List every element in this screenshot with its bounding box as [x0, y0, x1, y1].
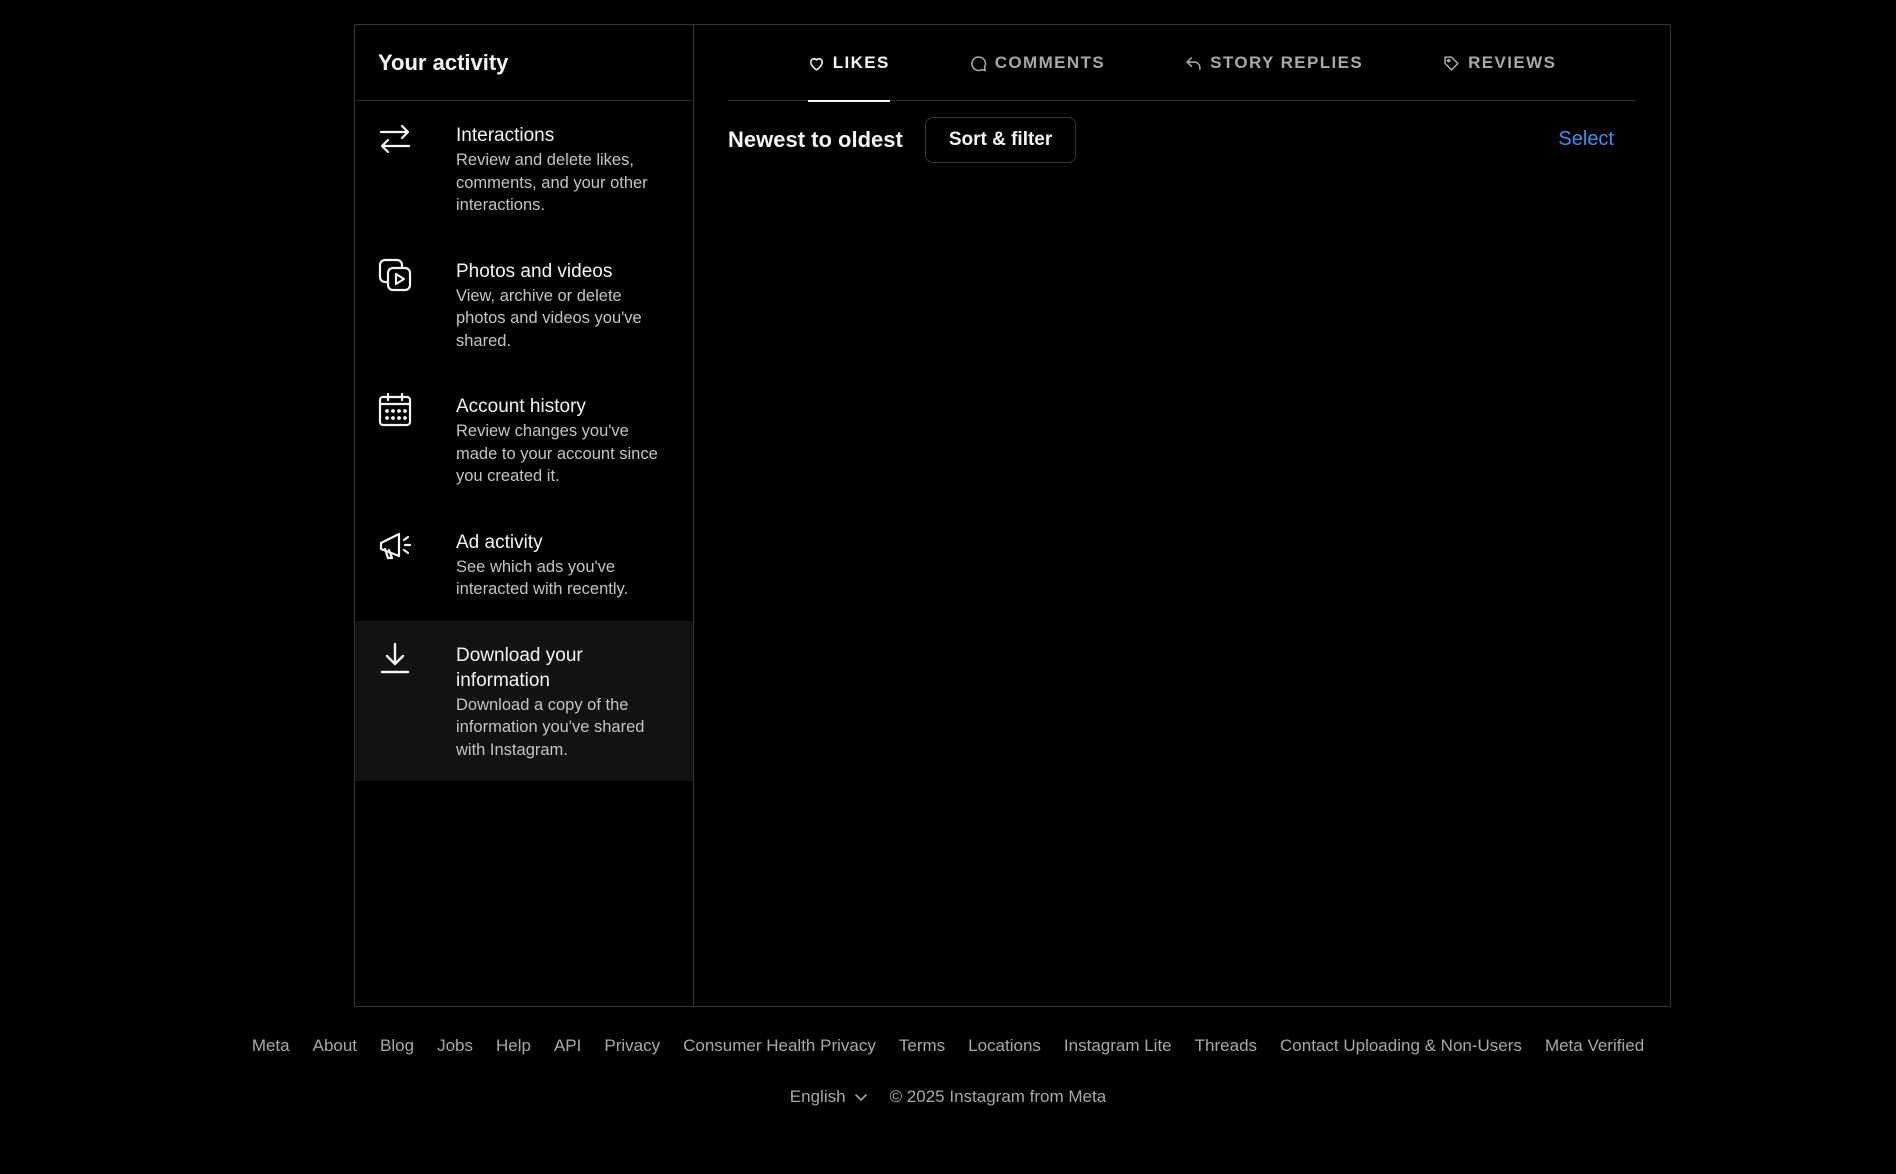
- language-label: English: [789, 1087, 846, 1106]
- sort-filter-button[interactable]: Sort & filter: [924, 116, 1077, 163]
- likes-toolbar: Newest to oldest Sort & filter Select: [728, 101, 1636, 179]
- footer-link[interactable]: About: [313, 1036, 357, 1056]
- select-button[interactable]: Select: [1558, 128, 1614, 151]
- download-icon: [377, 641, 413, 677]
- sidebar: Your activity Interactions Review and de…: [355, 25, 694, 1006]
- megaphone-icon: [377, 528, 413, 564]
- footer-link[interactable]: Terms: [899, 1036, 945, 1056]
- footer-link[interactable]: Threads: [1195, 1036, 1257, 1056]
- sidebar-item-account-history[interactable]: Account history Review changes you've ma…: [355, 372, 693, 508]
- sidebar-item-title: Download your information: [456, 644, 583, 691]
- heart-icon: [808, 55, 825, 72]
- footer-link[interactable]: Consumer Health Privacy: [683, 1036, 876, 1056]
- liked-posts-grid-container: [728, 179, 1636, 1006]
- photos-videos-icon: [377, 257, 413, 293]
- main-content: LIKES COMMENTS STORY REPLIES REVIEWS New…: [694, 25, 1670, 1006]
- tab-label: LIKES: [832, 53, 890, 72]
- tab-reviews[interactable]: REVIEWS: [1443, 25, 1556, 101]
- language-selector[interactable]: English: [790, 1087, 868, 1107]
- sort-order-label: Newest to oldest: [728, 126, 903, 152]
- footer-links: Meta About Blog Jobs Help API Privacy Consumer …: [0, 1036, 1896, 1056]
- sidebar-item-title: Ad activity: [456, 531, 543, 553]
- tab-comments[interactable]: COMMENTS: [970, 25, 1105, 101]
- footer-link[interactable]: Help: [496, 1036, 531, 1056]
- sidebar-item-title: Interactions: [456, 125, 555, 146]
- sidebar-item-title: Account history: [456, 396, 586, 417]
- sidebar-item-photos-videos[interactable]: Photos and videos View, archive or delet…: [355, 237, 693, 373]
- footer-link[interactable]: Meta Verified: [1545, 1036, 1644, 1056]
- interactions-icon: [377, 121, 413, 157]
- tab-story-replies[interactable]: STORY REPLIES: [1185, 25, 1363, 101]
- footer-link[interactable]: Contact Uploading & Non-Users: [1280, 1036, 1522, 1056]
- footer-link[interactable]: Instagram Lite: [1064, 1036, 1172, 1056]
- activity-tabs: LIKES COMMENTS STORY REPLIES REVIEWS: [728, 25, 1636, 102]
- copyright: © 2025 Instagram from Meta: [889, 1087, 1107, 1106]
- tag-icon: [1443, 55, 1460, 72]
- comment-icon: [970, 55, 987, 72]
- chevron-down-icon: [854, 1090, 868, 1104]
- sidebar-item-desc: Review changes you've made to your accou…: [456, 422, 658, 485]
- footer-link[interactable]: Meta: [252, 1036, 290, 1056]
- tab-label: REVIEWS: [1468, 53, 1557, 72]
- footer-link[interactable]: API: [554, 1036, 581, 1056]
- sidebar-item-interactions[interactable]: Interactions Review and delete likes, co…: [355, 101, 693, 237]
- sidebar-title: Your activity: [378, 49, 509, 75]
- footer-bottom: English © 2025 Instagram from Meta: [0, 1087, 1896, 1107]
- tab-likes[interactable]: LIKES: [807, 25, 890, 102]
- tab-label: COMMENTS: [994, 53, 1106, 72]
- sidebar-header: Your activity: [355, 25, 693, 101]
- reply-icon: [1185, 55, 1202, 72]
- sidebar-item-ad-activity[interactable]: Ad activity See which ads you've interac…: [355, 508, 693, 621]
- sidebar-item-desc: Review and delete likes, comments, and y…: [456, 151, 648, 214]
- footer-link[interactable]: Blog: [380, 1036, 414, 1056]
- sidebar-item-desc: Download a copy of the information you'v…: [456, 695, 645, 759]
- footer-link[interactable]: Jobs: [437, 1036, 473, 1056]
- tab-label: STORY REPLIES: [1210, 53, 1364, 72]
- calendar-icon: [377, 392, 413, 428]
- sidebar-item-desc: View, archive or delete photos and video…: [456, 286, 642, 350]
- footer-link[interactable]: Locations: [968, 1036, 1041, 1056]
- activity-panel: Your activity Interactions Review and de…: [354, 24, 1671, 1007]
- sidebar-item-title: Photos and videos: [456, 260, 613, 282]
- sidebar-item-desc: See which ads you've interacted with rec…: [456, 557, 629, 599]
- footer-link[interactable]: Privacy: [604, 1036, 660, 1056]
- sidebar-item-download-information[interactable]: Download your information Download a cop…: [355, 620, 693, 781]
